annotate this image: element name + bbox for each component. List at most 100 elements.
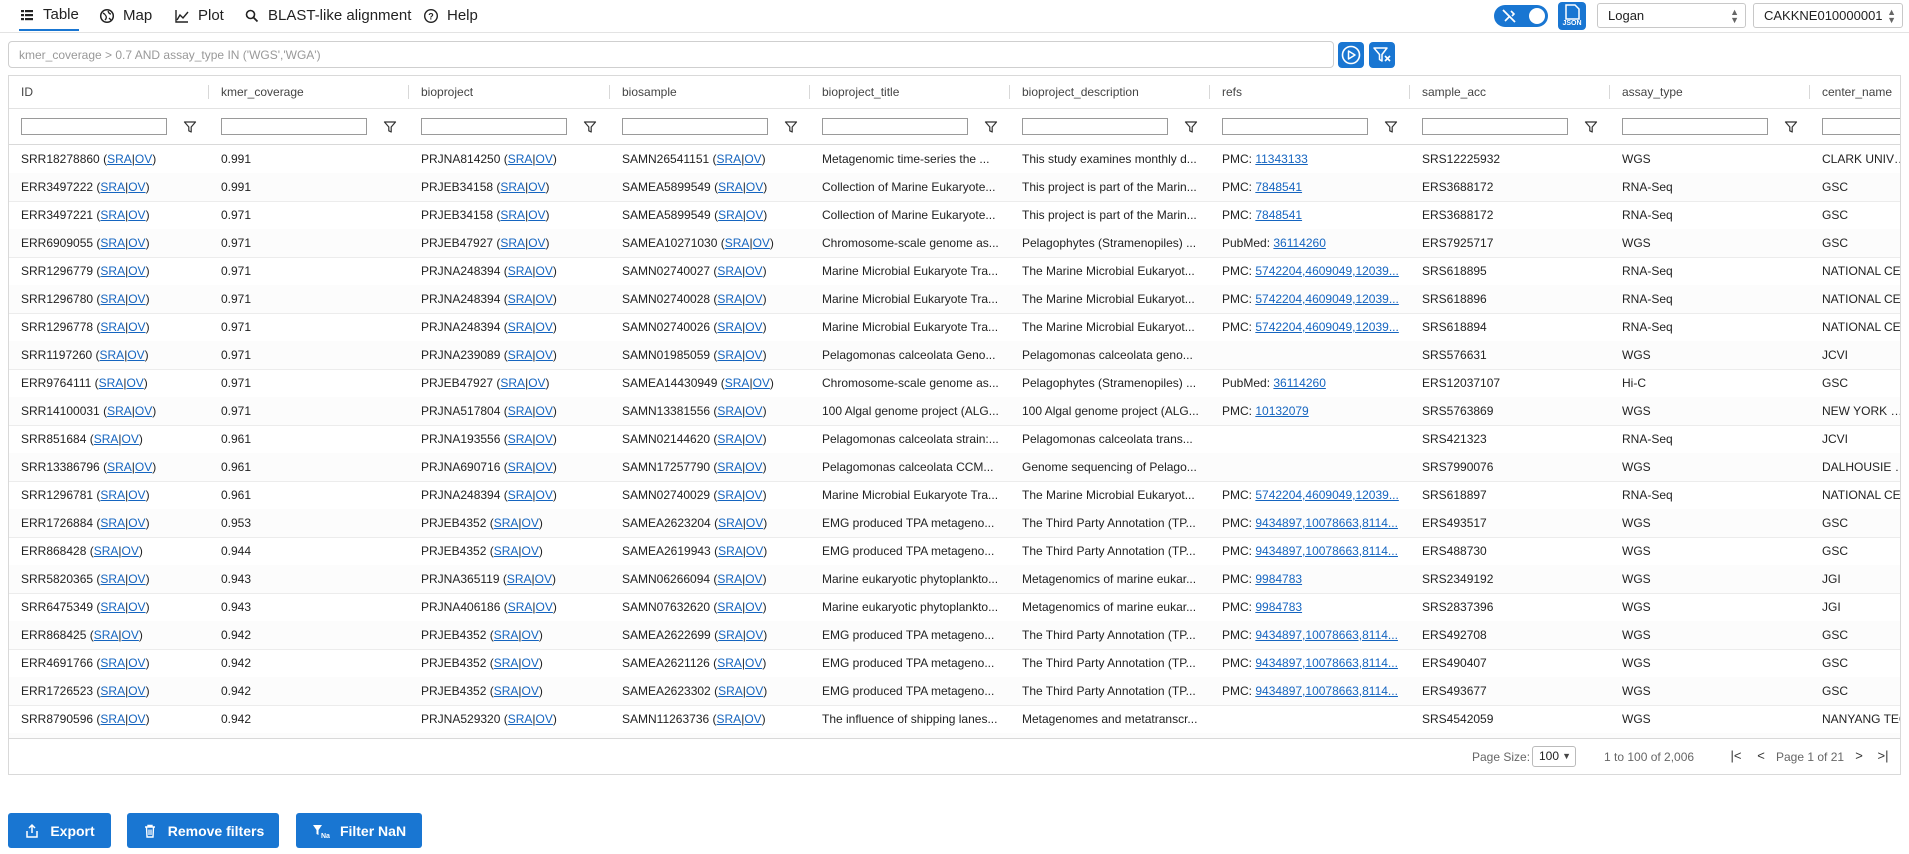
- ov-link[interactable]: OV: [536, 488, 553, 502]
- sra-link[interactable]: SRA: [718, 516, 743, 530]
- column-resize-handle[interactable]: [609, 85, 610, 99]
- sra-link[interactable]: SRA: [100, 208, 125, 222]
- filter-input-sample-acc[interactable]: [1422, 118, 1568, 135]
- ov-link[interactable]: OV: [128, 236, 145, 250]
- table-row[interactable]: SRR5820365 (SRA|OV) 0.943 PRJNA365119 (SRA…: [9, 565, 1900, 594]
- filter-input-refs[interactable]: [1222, 118, 1368, 135]
- last-page-icon[interactable]: >|: [1875, 748, 1891, 764]
- column-header-bioproject-description[interactable]: bioproject_description: [1010, 76, 1222, 108]
- ov-link[interactable]: OV: [536, 712, 553, 726]
- sra-link[interactable]: SRA: [717, 460, 742, 474]
- sra-link[interactable]: SRA: [100, 236, 125, 250]
- table-row[interactable]: ERR3497222 (SRA|OV) 0.991 PRJEB34158 (SRA|…: [9, 173, 1900, 202]
- sra-link[interactable]: SRA: [718, 628, 743, 642]
- sra-link[interactable]: SRA: [718, 684, 743, 698]
- ov-link[interactable]: OV: [122, 432, 139, 446]
- sra-link[interactable]: SRA: [508, 320, 533, 334]
- ov-link[interactable]: OV: [128, 320, 145, 334]
- ov-link[interactable]: OV: [746, 180, 763, 194]
- table-row[interactable]: ERR4691766 (SRA|OV) 0.942 PRJEB4352 (SRA|O…: [9, 649, 1900, 678]
- refs-link[interactable]: 9984783: [1255, 600, 1302, 614]
- ov-link[interactable]: OV: [753, 236, 770, 250]
- column-resize-handle[interactable]: [208, 85, 209, 99]
- ov-link[interactable]: OV: [135, 404, 152, 418]
- sra-link[interactable]: SRA: [508, 432, 533, 446]
- first-page-icon[interactable]: |<: [1728, 748, 1744, 764]
- ov-link[interactable]: OV: [127, 348, 144, 362]
- ov-link[interactable]: OV: [128, 488, 145, 502]
- table-row[interactable]: ERR868425 (SRA|OV) 0.942 PRJEB4352 (SRA|OV…: [9, 621, 1900, 650]
- remove-filters-button[interactable]: Remove filters: [127, 813, 279, 848]
- ov-link[interactable]: OV: [745, 320, 762, 334]
- ov-link[interactable]: OV: [135, 460, 152, 474]
- refs-link[interactable]: 9434897,10078663,8114...: [1255, 628, 1398, 642]
- sra-link[interactable]: SRA: [508, 348, 533, 362]
- export-button[interactable]: Export: [8, 813, 111, 848]
- column-header-kmer-coverage[interactable]: kmer_coverage: [209, 76, 421, 108]
- sra-link[interactable]: SRA: [100, 488, 125, 502]
- column-header-bioproject-title[interactable]: bioproject_title: [810, 76, 1022, 108]
- sra-link[interactable]: SRA: [508, 600, 533, 614]
- sra-link[interactable]: SRA: [508, 264, 533, 278]
- column-header-sample-acc[interactable]: sample_acc: [1410, 76, 1622, 108]
- column-resize-handle[interactable]: [1009, 85, 1010, 99]
- column-header-bioproject[interactable]: bioproject: [409, 76, 622, 108]
- sra-link[interactable]: SRA: [508, 292, 533, 306]
- ov-link[interactable]: OV: [522, 544, 539, 558]
- column-resize-handle[interactable]: [1809, 85, 1810, 99]
- sra-link[interactable]: SRA: [100, 180, 125, 194]
- sra-link[interactable]: SRA: [717, 320, 742, 334]
- filter-funnel-icon[interactable]: [984, 120, 998, 134]
- ov-link[interactable]: OV: [128, 292, 145, 306]
- table-row[interactable]: ERR1726884 (SRA|OV) 0.953 PRJEB4352 (SRA|O…: [9, 509, 1900, 538]
- ov-link[interactable]: OV: [746, 208, 763, 222]
- table-row[interactable]: ERR9764111 (SRA|OV) 0.971 PRJEB47927 (SRA|…: [9, 369, 1900, 398]
- sra-link[interactable]: SRA: [718, 180, 743, 194]
- ov-link[interactable]: OV: [536, 348, 553, 362]
- page-size-select[interactable]: 100 ▼: [1532, 746, 1576, 767]
- sra-link[interactable]: SRA: [508, 152, 533, 166]
- filter-funnel-icon[interactable]: [1784, 120, 1798, 134]
- ov-link[interactable]: OV: [745, 264, 762, 278]
- sra-link[interactable]: SRA: [100, 656, 125, 670]
- ov-link[interactable]: OV: [128, 656, 145, 670]
- ov-link[interactable]: OV: [128, 208, 145, 222]
- sra-link[interactable]: SRA: [494, 516, 519, 530]
- sra-link[interactable]: SRA: [717, 488, 742, 502]
- column-resize-handle[interactable]: [809, 85, 810, 99]
- sra-link[interactable]: SRA: [100, 264, 125, 278]
- next-page-icon[interactable]: >: [1851, 748, 1867, 764]
- ov-link[interactable]: OV: [128, 600, 145, 614]
- ov-link[interactable]: OV: [535, 572, 552, 586]
- ov-link[interactable]: OV: [528, 208, 545, 222]
- column-header-id[interactable]: ID: [9, 76, 221, 108]
- sra-link[interactable]: SRA: [508, 460, 533, 474]
- ov-link[interactable]: OV: [135, 152, 152, 166]
- ov-link[interactable]: OV: [745, 488, 762, 502]
- ov-link[interactable]: OV: [745, 600, 762, 614]
- ov-link[interactable]: OV: [128, 180, 145, 194]
- ov-link[interactable]: OV: [522, 516, 539, 530]
- table-row[interactable]: ERR868428 (SRA|OV) 0.944 PRJEB4352 (SRA|OV…: [9, 537, 1900, 566]
- table-row[interactable]: SRR1296781 (SRA|OV) 0.961 PRJNA248394 (SRA…: [9, 481, 1900, 510]
- refs-link[interactable]: 10132079: [1255, 404, 1308, 418]
- contig-select[interactable]: CAKKNE010000001 ▲ ▼: [1753, 3, 1903, 28]
- source-select[interactable]: Logan ▲ ▼: [1597, 3, 1746, 28]
- sra-link[interactable]: SRA: [725, 376, 750, 390]
- sra-link[interactable]: SRA: [100, 292, 125, 306]
- sra-link[interactable]: SRA: [94, 628, 119, 642]
- ov-link[interactable]: OV: [536, 600, 553, 614]
- column-header-assay-type[interactable]: assay_type: [1610, 76, 1822, 108]
- sra-link[interactable]: SRA: [107, 152, 132, 166]
- sra-link[interactable]: SRA: [508, 712, 533, 726]
- sra-link[interactable]: SRA: [94, 544, 119, 558]
- filter-input-bioproject-title[interactable]: [822, 118, 968, 135]
- json-button[interactable]: JSON: [1558, 2, 1586, 30]
- sra-link[interactable]: SRA: [100, 572, 125, 586]
- ov-link[interactable]: OV: [753, 376, 770, 390]
- sra-link[interactable]: SRA: [500, 236, 525, 250]
- refs-link[interactable]: 5742204,4609049,12039...: [1255, 488, 1398, 502]
- column-resize-handle[interactable]: [408, 85, 409, 99]
- sra-link[interactable]: SRA: [500, 208, 525, 222]
- sra-link[interactable]: SRA: [100, 348, 125, 362]
